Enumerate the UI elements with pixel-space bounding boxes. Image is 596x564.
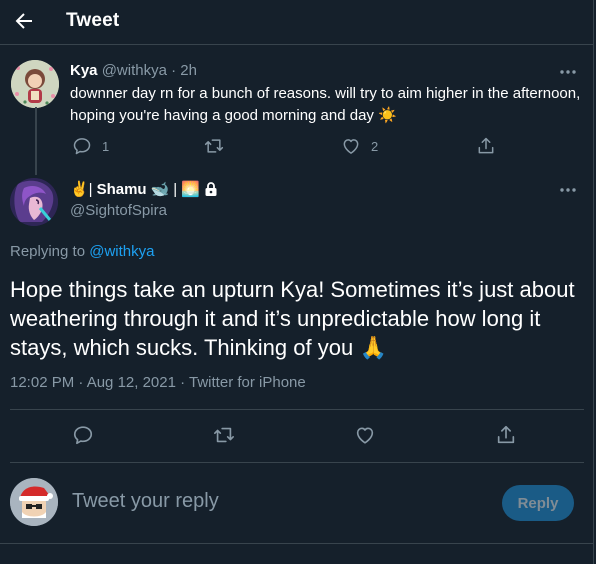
- replying-to-link[interactable]: @withkya: [89, 243, 154, 260]
- divider: [0, 543, 594, 544]
- share-icon: [478, 137, 494, 154]
- reply-icon: [73, 138, 91, 155]
- parent-reply-action[interactable]: 1: [72, 136, 109, 156]
- kya-avatar[interactable]: [11, 60, 59, 108]
- divider: [10, 462, 584, 463]
- parent-like-action[interactable]: 2: [341, 136, 378, 156]
- parent-display-name[interactable]: Kya: [70, 62, 98, 79]
- page-title: Tweet: [66, 10, 120, 31]
- sunrise-emoji: 🌅: [181, 181, 200, 198]
- main-reply-action[interactable]: [72, 424, 94, 446]
- parent-reply-count: 1: [102, 138, 110, 154]
- back-button[interactable]: [12, 9, 36, 33]
- lock-icon: [205, 182, 217, 196]
- back-arrow-icon: [15, 13, 32, 29]
- parent-more-button[interactable]: [556, 64, 580, 82]
- main-retweet-action[interactable]: [212, 424, 236, 446]
- parent-text-body: downner day rn for a bunch of reasons. w…: [70, 85, 581, 124]
- user-avatar[interactable]: [10, 478, 58, 526]
- retweet-icon: [214, 427, 234, 443]
- main-text-body: Hope things take an upturn Kya! Sometime…: [10, 277, 575, 360]
- parent-tweet-header: Kya @withkya · 2h: [70, 62, 197, 79]
- pray-emoji: 🙏: [359, 335, 388, 360]
- retweet-icon: [204, 139, 224, 153]
- whale-emoji: 🐋: [150, 181, 170, 198]
- heart-icon: [343, 139, 359, 154]
- parent-retweet-action[interactable]: [203, 136, 225, 156]
- header-bar: Tweet: [0, 0, 594, 45]
- main-name-prefix: ✌️|: [70, 181, 93, 198]
- main-like-action[interactable]: [354, 424, 376, 446]
- tweet-page: Tweet Kya @withkya · 2h downner day rn f…: [0, 0, 594, 564]
- main-display-name-row[interactable]: ✌️| Shamu 🐋 | 🌅: [70, 180, 218, 198]
- more-icon: [560, 188, 576, 192]
- shamu-avatar[interactable]: [10, 178, 58, 226]
- replying-label: Replying to: [10, 243, 86, 260]
- sun-emoji: ☀️: [378, 107, 397, 124]
- main-handle[interactable]: @SightofSpira: [70, 202, 167, 219]
- tweet-timestamp[interactable]: 12:02 PM · Aug 12, 2021 · Twitter for iP…: [10, 374, 306, 391]
- parent-tweet-text: downner day rn for a bunch of reasons. w…: [70, 83, 590, 127]
- share-icon: [497, 425, 515, 444]
- shamu-avatar-image: [10, 178, 58, 226]
- parent-handle[interactable]: @withkya: [102, 62, 167, 79]
- replying-to-line: Replying to @withkya: [10, 243, 154, 260]
- heart-icon: [356, 427, 374, 444]
- reply-button[interactable]: Reply: [502, 485, 574, 521]
- thread-connector: [35, 107, 37, 175]
- santa-avatar-image: [10, 478, 58, 526]
- reply-icon: [73, 426, 93, 445]
- main-name-suffix: |: [173, 180, 178, 198]
- parent-time[interactable]: 2h: [180, 62, 197, 79]
- parent-like-count: 2: [371, 138, 379, 154]
- parent-separator: ·: [171, 62, 177, 79]
- divider: [10, 409, 584, 410]
- kya-avatar-image: [11, 60, 59, 108]
- main-more-button[interactable]: [556, 182, 580, 200]
- more-icon: [560, 70, 576, 74]
- reply-input[interactable]: Tweet your reply: [72, 490, 219, 513]
- main-tweet-text: Hope things take an upturn Kya! Sometime…: [10, 275, 588, 362]
- main-display-name: Shamu: [96, 180, 147, 198]
- parent-share-action[interactable]: [476, 136, 496, 156]
- main-share-action[interactable]: [495, 424, 517, 446]
